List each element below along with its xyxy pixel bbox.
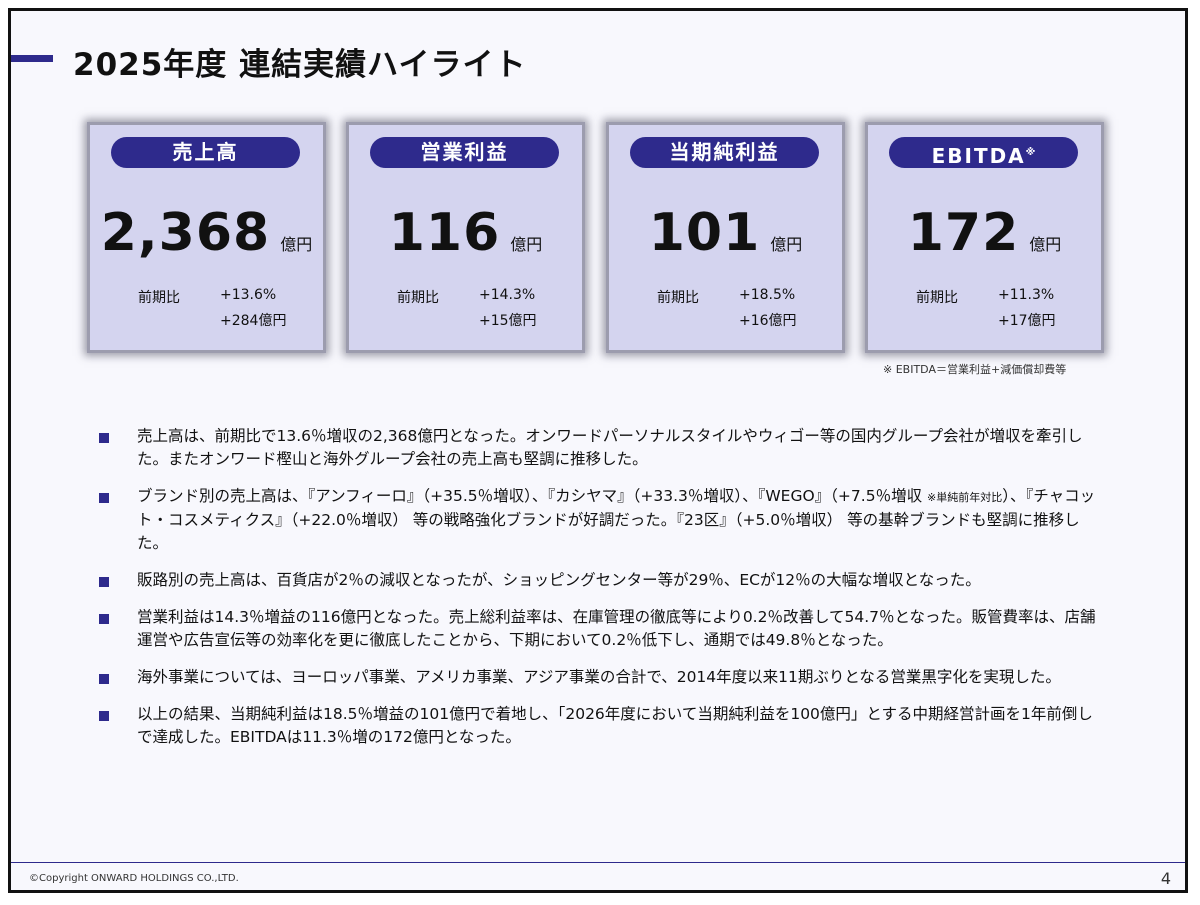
slide: 2025年度 連結実績ハイライト 売上高 2,368 億円 前期比 +13.6% … bbox=[8, 8, 1188, 893]
kpi-value: 116 bbox=[388, 203, 501, 263]
kpi-change-abs: +17億円 bbox=[998, 313, 1056, 329]
bullet-square-icon bbox=[99, 433, 109, 443]
footer-divider bbox=[11, 862, 1185, 863]
kpi-label: EBITDA※ bbox=[889, 137, 1078, 168]
kpi-unit: 億円 bbox=[770, 235, 803, 254]
list-item: 販路別の売上高は、百貨店が2％の減収となったが、ショッピングセンター等が29％、… bbox=[99, 569, 1099, 592]
bullet-square-icon bbox=[99, 711, 109, 721]
bullet-square-icon bbox=[99, 674, 109, 684]
kpi-card-ebitda: EBITDA※ 172 億円 前期比 +11.3% +17億円 bbox=[865, 122, 1104, 353]
list-item: 営業利益は14.3％増益の116億円となった。売上総利益率は、在庫管理の徹底等に… bbox=[99, 606, 1099, 652]
kpi-value: 101 bbox=[648, 203, 761, 263]
kpi-change-pct: +14.3% bbox=[479, 287, 536, 303]
bullet-square-icon bbox=[99, 614, 109, 624]
copyright: ©Copyright ONWARD HOLDINGS CO.,LTD. bbox=[29, 873, 239, 884]
kpi-unit: 億円 bbox=[280, 235, 313, 254]
kpi-change-pct: +18.5% bbox=[739, 287, 796, 303]
kpi-label: 当期純利益 bbox=[630, 137, 819, 168]
kpi-card-net-income: 当期純利益 101 億円 前期比 +18.5% +16億円 bbox=[606, 122, 845, 353]
kpi-compare-label: 前期比 bbox=[657, 290, 699, 306]
kpi-change-abs: +15億円 bbox=[479, 313, 537, 329]
bullet-note: ※単純前年対比 bbox=[927, 491, 1003, 504]
kpi-change-abs: +16億円 bbox=[739, 313, 797, 329]
list-item: 海外事業については、ヨーロッパ事業、アメリカ事業、アジア事業の合計で、2014年… bbox=[99, 666, 1099, 689]
bullet-square-icon bbox=[99, 493, 109, 503]
ebitda-footnote: ※ EBITDA＝営業利益+減価償却費等 bbox=[883, 363, 1067, 376]
kpi-unit: 億円 bbox=[1029, 235, 1062, 254]
kpi-card-sales: 売上高 2,368 億円 前期比 +13.6% +284億円 bbox=[87, 122, 326, 353]
kpi-compare-label: 前期比 bbox=[138, 290, 180, 306]
bullet-square-icon bbox=[99, 577, 109, 587]
kpi-change-abs: +284億円 bbox=[220, 313, 287, 329]
kpi-label: 営業利益 bbox=[370, 137, 559, 168]
kpi-value: 2,368 bbox=[100, 203, 271, 263]
kpi-compare-label: 前期比 bbox=[397, 290, 439, 306]
list-item: 以上の結果、当期純利益は18.5％増益の101億円で着地し、「2026年度におい… bbox=[99, 703, 1099, 749]
page-number: 4 bbox=[1160, 869, 1171, 888]
kpi-change-pct: +13.6% bbox=[220, 287, 277, 303]
list-item: 売上高は、前期比で13.6％増収の2,368億円となった。オンワードパーソナルス… bbox=[99, 425, 1099, 471]
kpi-label-mark: ※ bbox=[1025, 147, 1036, 158]
list-item: ブランド別の売上高は、『アンフィーロ』（+35.5％増収）、『カシヤマ』（+33… bbox=[99, 485, 1099, 555]
kpi-card-operating-income: 営業利益 116 億円 前期比 +14.3% +15億円 bbox=[346, 122, 585, 353]
kpi-change-pct: +11.3% bbox=[998, 287, 1055, 303]
kpi-compare-label: 前期比 bbox=[916, 290, 958, 306]
kpi-unit: 億円 bbox=[510, 235, 543, 254]
kpi-label: 売上高 bbox=[111, 137, 300, 168]
page-title: 2025年度 連結実績ハイライト bbox=[73, 47, 527, 83]
kpi-value: 172 bbox=[907, 203, 1020, 263]
highlights-list: 売上高は、前期比で13.6％増収の2,368億円となった。オンワードパーソナルス… bbox=[99, 425, 1099, 763]
title-accent-bar bbox=[11, 55, 53, 62]
